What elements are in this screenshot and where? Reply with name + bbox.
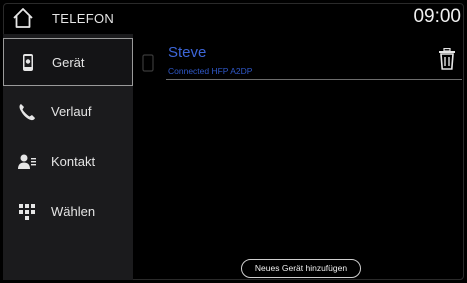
clock: 09:00 xyxy=(413,6,461,27)
sidebar-item-label: Verlauf xyxy=(51,104,92,119)
sidebar-item-verlauf[interactable]: Verlauf xyxy=(3,88,133,136)
dialpad-icon xyxy=(19,204,35,220)
device-divider xyxy=(166,79,462,80)
sidebar: Gerät Verlauf Kontakt Wählen xyxy=(3,34,133,280)
sidebar-item-geraet[interactable]: Gerät xyxy=(3,38,133,86)
status-bar: TELEFON 09:00 xyxy=(0,0,467,34)
call-history-icon xyxy=(19,104,35,121)
device-name: Steve xyxy=(168,44,207,61)
sidebar-item-label: Gerät xyxy=(52,55,85,70)
sidebar-item-label: Wählen xyxy=(51,204,96,219)
app-title: TELEFON xyxy=(52,11,115,26)
phone-device-icon xyxy=(23,54,33,71)
device-list-item[interactable]: Steve Connected HFP A2DP xyxy=(140,44,462,82)
device-connection-status: Connected HFP A2DP xyxy=(168,66,253,76)
add-device-button[interactable]: Neues Gerät hinzufügen xyxy=(241,259,361,278)
trash-icon[interactable] xyxy=(438,48,456,70)
sidebar-item-kontakt[interactable]: Kontakt xyxy=(3,138,133,186)
sidebar-item-waehlen[interactable]: Wählen xyxy=(3,188,133,236)
contact-icon xyxy=(18,154,36,169)
phone-icon xyxy=(142,54,154,72)
home-icon[interactable] xyxy=(12,7,34,29)
sidebar-item-label: Kontakt xyxy=(51,154,96,169)
